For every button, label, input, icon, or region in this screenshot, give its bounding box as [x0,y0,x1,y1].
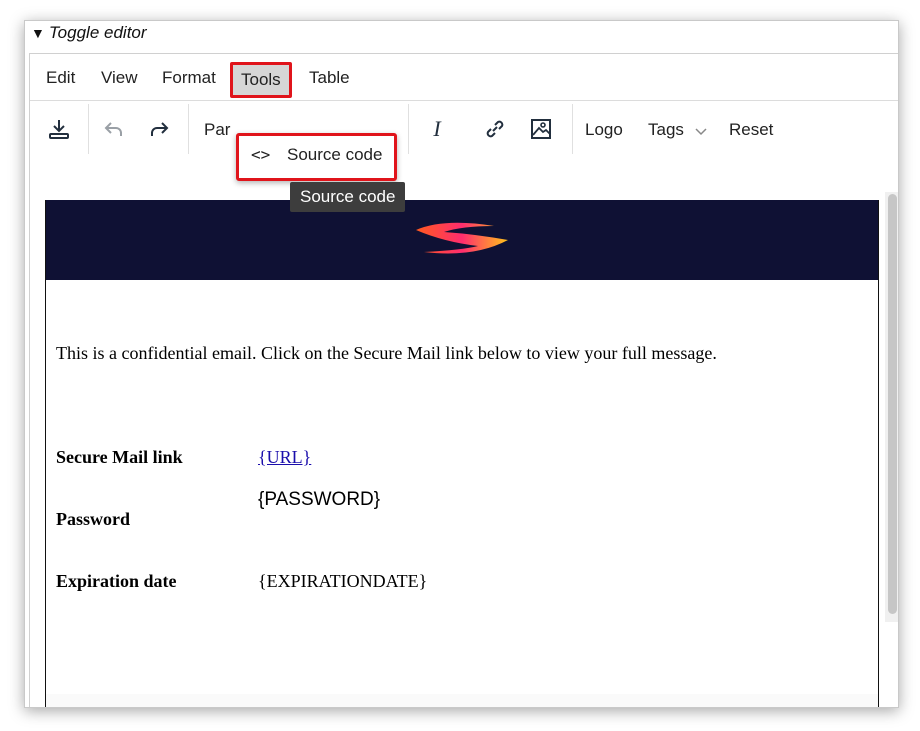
scrollbar-thumb[interactable] [888,194,897,614]
logo-button[interactable]: Logo [585,120,623,140]
toolbar-group-insert [30,104,89,154]
menu-format[interactable]: Format [162,68,216,88]
menu-tools[interactable]: Tools [230,62,292,98]
secure-link-label: Secure Mail link [56,447,183,467]
source-code-menu-item[interactable]: Source code [287,145,382,165]
italic-icon[interactable]: I [424,116,450,142]
toolbar-group-history [88,104,189,154]
menu-table[interactable]: Table [309,68,350,88]
email-banner [46,200,878,280]
brand-logo-icon [416,222,508,254]
code-icon: <> [251,145,271,164]
insert-download-icon[interactable] [46,116,72,142]
menu-view[interactable]: View [101,68,138,88]
expiration-value: {EXPIRATIONDATE} [258,571,428,591]
toggle-editor[interactable]: ▼ Toggle editor [31,23,147,43]
block-format-select[interactable]: Par [204,120,230,140]
source-code-tooltip: Source code [290,182,406,212]
tags-label: Tags [648,120,684,139]
email-preview: This is a confidential email. Click on t… [45,200,879,707]
tags-dropdown[interactable]: Tags [648,120,707,141]
password-value: {PASSWORD} [258,489,381,510]
undo-icon[interactable] [101,116,127,142]
reset-button[interactable]: Reset [729,120,773,140]
editor-frame: Edit View Format Tools Table Par I Logo … [29,53,898,707]
menu-edit[interactable]: Edit [46,68,75,88]
image-icon[interactable] [528,116,554,142]
triangle-down-icon: ▼ [31,25,45,41]
chevron-down-icon [695,121,707,141]
fade-band [46,694,878,707]
expiration-label: Expiration date [56,571,177,591]
toolbar-group-media [468,104,573,154]
redo-icon[interactable] [146,116,172,142]
secure-link-value[interactable]: {URL} [258,447,311,468]
toggle-editor-label: Toggle editor [48,23,147,42]
link-icon[interactable] [482,116,508,142]
editor-window: ▼ Toggle editor Edit View Format Tools Ta… [24,20,899,708]
scrollbar[interactable] [885,192,898,622]
tools-dropdown-menu: <> Source code [236,133,397,181]
intro-text: This is a confidential email. Click on t… [56,343,717,363]
menubar: Edit View Format Tools Table [30,54,898,101]
toolbar: Par I Logo Tags Reset [30,104,898,154]
password-label: Password [56,509,131,529]
